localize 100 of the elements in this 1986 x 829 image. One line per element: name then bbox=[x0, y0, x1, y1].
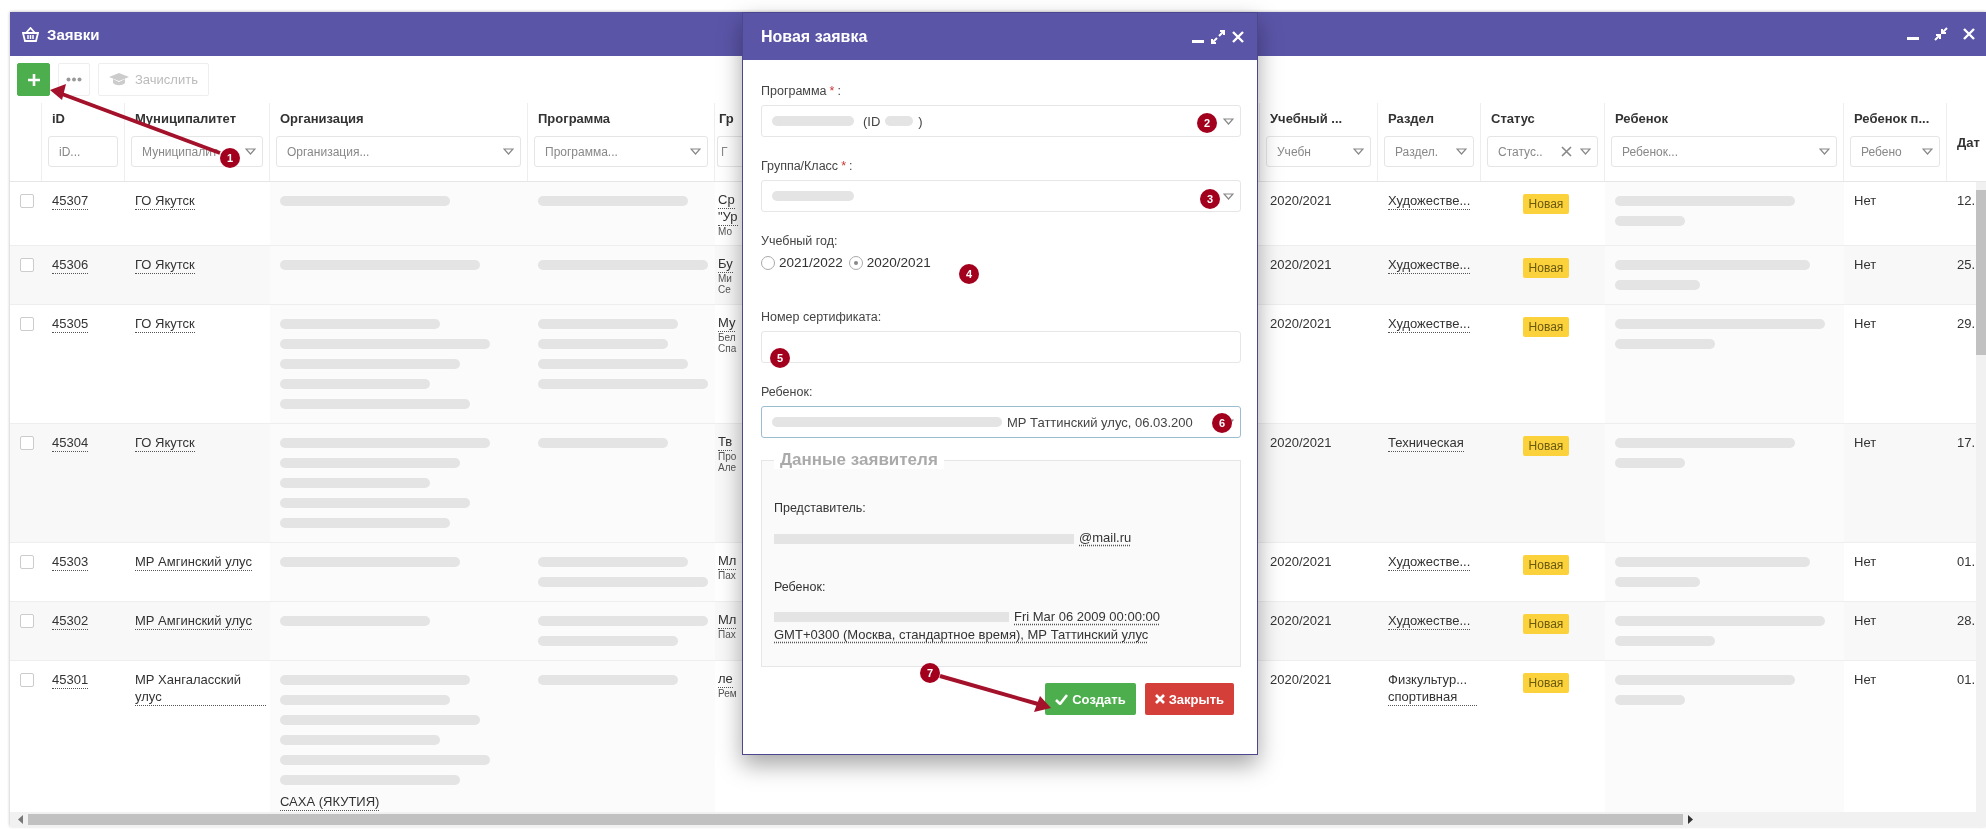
dropdown-icon[interactable] bbox=[245, 148, 256, 155]
add-button[interactable] bbox=[17, 63, 50, 96]
section-link[interactable]: Художестве... bbox=[1388, 192, 1471, 210]
municipality-link[interactable]: ГО Якутск bbox=[135, 315, 195, 333]
dropdown-icon[interactable] bbox=[1223, 117, 1234, 125]
group-link[interactable]: Му bbox=[718, 315, 736, 332]
column-header[interactable]: iD bbox=[48, 111, 65, 126]
scroll-right-icon[interactable] bbox=[1687, 815, 1693, 824]
group-note: Ми bbox=[718, 273, 732, 284]
municipality-link[interactable]: ГО Якутск bbox=[135, 256, 195, 274]
certificate-input[interactable] bbox=[761, 331, 1241, 363]
column-header[interactable]: Учебный ... bbox=[1266, 111, 1343, 126]
expand-icon[interactable] bbox=[1211, 29, 1225, 44]
column-header[interactable]: Статус bbox=[1487, 111, 1535, 126]
municipality-link[interactable]: МР Амгинский улус bbox=[135, 553, 252, 571]
id-link[interactable]: 45303 bbox=[52, 553, 89, 571]
column-header[interactable]: Дат bbox=[1953, 134, 1980, 150]
status-badge: Новая bbox=[1522, 673, 1570, 693]
section-link[interactable]: Физкультур... спортивная bbox=[1388, 671, 1477, 706]
group-link[interactable]: Мл bbox=[718, 612, 737, 629]
dropdown-icon[interactable] bbox=[1819, 148, 1830, 155]
municipality-link[interactable]: ГО Якутск bbox=[135, 192, 195, 210]
column-header[interactable]: Гр bbox=[717, 111, 734, 126]
column-header[interactable]: Ребенок п... bbox=[1850, 111, 1930, 126]
row-checkbox[interactable] bbox=[20, 258, 34, 272]
filter-field[interactable]: Статус.. bbox=[1487, 136, 1598, 167]
status-badge: Новая bbox=[1522, 436, 1570, 456]
dropdown-icon[interactable] bbox=[1456, 148, 1467, 155]
section-link[interactable]: Техническая bbox=[1388, 434, 1464, 452]
dialog-title: Новая заявка bbox=[761, 27, 868, 46]
required-mark: * bbox=[841, 159, 846, 173]
dropdown-icon[interactable] bbox=[1353, 148, 1364, 155]
close-icon[interactable] bbox=[1962, 27, 1976, 41]
id-link[interactable]: 45301 bbox=[52, 671, 89, 689]
filter-field[interactable]: Организация... bbox=[276, 136, 521, 167]
close-icon[interactable] bbox=[1231, 29, 1245, 44]
column-header[interactable]: Программа bbox=[534, 111, 611, 126]
required-mark: * bbox=[829, 84, 835, 98]
municipality-link[interactable]: МР Хангаласский улус bbox=[135, 671, 266, 706]
status-badge: Новая bbox=[1522, 194, 1570, 214]
filter-field[interactable]: Ребенок... bbox=[1611, 136, 1837, 167]
filter-field[interactable]: Г bbox=[717, 136, 744, 167]
dropdown-icon[interactable] bbox=[1922, 148, 1933, 155]
id-link[interactable]: 45305 bbox=[52, 315, 89, 333]
dropdown-icon[interactable] bbox=[1580, 148, 1591, 155]
clear-icon[interactable] bbox=[1561, 146, 1572, 157]
row-checkbox[interactable] bbox=[20, 673, 34, 687]
year-text: 2020/2021 bbox=[1270, 434, 1332, 451]
year-text: 2020/2021 bbox=[1270, 192, 1332, 209]
scroll-left-icon[interactable] bbox=[18, 815, 24, 824]
row-checkbox[interactable] bbox=[20, 555, 34, 569]
filter-field[interactable]: Учебн bbox=[1266, 136, 1371, 167]
row-checkbox[interactable] bbox=[20, 436, 34, 450]
filter-field[interactable]: Раздел. bbox=[1384, 136, 1474, 167]
row-checkbox[interactable] bbox=[20, 317, 34, 331]
label-colon: : bbox=[849, 159, 853, 173]
row-checkbox[interactable] bbox=[20, 194, 34, 208]
status-badge: Новая bbox=[1522, 317, 1570, 337]
group-link[interactable]: "Ур bbox=[718, 209, 738, 226]
more-button[interactable] bbox=[58, 63, 90, 96]
vertical-scrollbar[interactable] bbox=[1976, 182, 1986, 812]
plus-icon bbox=[27, 73, 40, 86]
municipality-link[interactable]: ГО Якутск bbox=[135, 434, 195, 452]
row-checkbox[interactable] bbox=[20, 614, 34, 628]
group-link[interactable]: ле bbox=[718, 671, 733, 688]
id-link[interactable]: 45304 bbox=[52, 434, 89, 452]
group-note: Але bbox=[718, 462, 737, 473]
group-link[interactable]: Бу bbox=[718, 256, 733, 273]
id-link[interactable]: 45302 bbox=[52, 612, 89, 630]
dropdown-icon[interactable] bbox=[690, 148, 701, 155]
column-header[interactable]: Ребенок bbox=[1611, 111, 1668, 126]
group-link[interactable]: Тв bbox=[718, 434, 733, 451]
filter-field[interactable]: Программа... bbox=[534, 136, 708, 167]
section-link[interactable]: Художестве... bbox=[1388, 256, 1471, 274]
id-link[interactable]: 45306 bbox=[52, 256, 89, 274]
collapse-icon[interactable] bbox=[1934, 27, 1948, 41]
field-label: Номер сертификата: bbox=[761, 310, 882, 324]
group-link[interactable]: Ср bbox=[718, 192, 735, 209]
column-header[interactable]: Муниципалитет bbox=[131, 111, 236, 126]
column-header[interactable]: Раздел bbox=[1384, 111, 1435, 126]
close-button[interactable]: Закрыть bbox=[1144, 683, 1234, 715]
year-radio[interactable]: 2020/2021 bbox=[848, 255, 931, 270]
status-badge: Новая bbox=[1522, 555, 1570, 575]
section-link[interactable]: Художестве... bbox=[1388, 315, 1471, 333]
section-link[interactable]: Художестве... bbox=[1388, 553, 1471, 571]
section-link[interactable]: Художестве... bbox=[1388, 612, 1471, 630]
dropdown-icon[interactable] bbox=[1223, 192, 1234, 200]
group-link[interactable]: Мл bbox=[718, 553, 737, 570]
filter-field[interactable]: iD... bbox=[48, 136, 118, 167]
horizontal-scrollbar[interactable] bbox=[10, 812, 1986, 827]
dropdown-icon[interactable] bbox=[503, 148, 514, 155]
year-radio[interactable]: 2021/2022 bbox=[761, 255, 843, 270]
redacted-text bbox=[885, 116, 914, 126]
applicant-link[interactable]: @mail.ru bbox=[774, 530, 1132, 545]
select-field[interactable] bbox=[761, 180, 1241, 212]
organization-link[interactable]: САХА (ЯКУТИЯ) bbox=[280, 793, 380, 811]
filter-field[interactable]: Ребено bbox=[1850, 136, 1940, 167]
column-header[interactable]: Организация bbox=[276, 111, 364, 126]
municipality-link[interactable]: МР Амгинский улус bbox=[135, 612, 252, 630]
id-link[interactable]: 45307 bbox=[52, 192, 89, 210]
